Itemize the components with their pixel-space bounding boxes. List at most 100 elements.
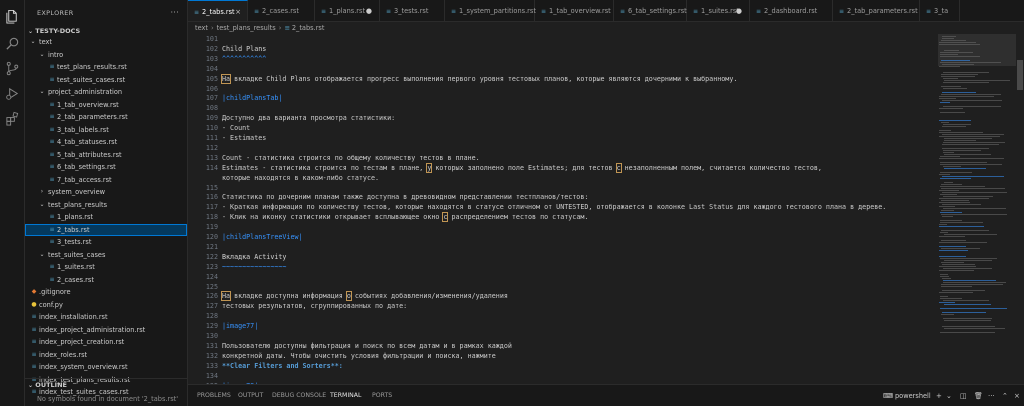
breadcrumb-item[interactable]: text (195, 24, 208, 32)
tree-folder[interactable]: › system_overview (25, 186, 187, 199)
code-line[interactable]: которые находятся в каком-либо статусе. (222, 174, 379, 182)
outline-header[interactable]: ⌄ OUTLINE (25, 379, 187, 391)
plus-icon[interactable]: + (936, 385, 942, 406)
code-line[interactable]: - Count (222, 124, 250, 132)
source-control-icon[interactable] (5, 61, 20, 76)
extensions-icon[interactable] (5, 111, 20, 126)
code-line[interactable]: конкретной даты. Чтобы очистить условия … (222, 352, 496, 360)
editor-tab[interactable]: ≡ 6_tab_settings.rst (614, 0, 687, 21)
panel-tab-ports[interactable]: PORTS (372, 385, 392, 406)
breadcrumb-item[interactable]: test_plans_results (217, 24, 276, 32)
editor-tab[interactable]: ≡ 2_tabs.rst × (188, 0, 248, 21)
minimap[interactable] (938, 34, 1016, 384)
code-line[interactable]: |image77| (222, 322, 258, 330)
tree-file[interactable]: ≡ 1_suites.rst (25, 261, 187, 274)
tree-file[interactable]: ≡ 7_tab_access.rst (25, 174, 187, 187)
tree-file[interactable]: ≡ index_system_overview.rst (25, 361, 187, 374)
file-icon: ≡ (839, 8, 845, 15)
editor-tab[interactable]: ≡ 1_plans.rst ● (315, 0, 380, 21)
line-number: 104 (205, 64, 218, 73)
more-icon[interactable]: ··· (170, 0, 179, 26)
tree-file[interactable]: ≡ 2_tab_parameters.rst (25, 111, 187, 124)
breadcrumb-item[interactable]: 2_tabs.rst (292, 24, 325, 32)
tree-folder[interactable]: ⌄ project_administration (25, 86, 187, 99)
file-icon: ≡ (31, 313, 37, 320)
code-line[interactable]: - Estimates (222, 134, 266, 142)
code-line[interactable]: **Clear Filters and Sorters**: (222, 362, 343, 370)
terminal-shell-name[interactable]: powershell (895, 385, 931, 406)
code-line[interactable]: ~~~~~~~~~~~~~~~~ (222, 263, 286, 271)
code-line[interactable]: На вкладке доступна информация о события… (220, 291, 508, 302)
tree-file[interactable]: ◆ .gitignore (25, 286, 187, 299)
editor-tab[interactable]: ≡ 1_system_partitions.rst (445, 0, 536, 21)
search-icon[interactable] (5, 36, 20, 51)
code-line[interactable]: - Клик на иконку статистики открывает вс… (222, 212, 588, 223)
tree-folder[interactable]: ⌄ test_suites_cases (25, 249, 187, 262)
code-line[interactable]: - Краткая информация по количеству тесто… (222, 203, 886, 211)
code-line[interactable]: Count - статистика строится по общему ко… (222, 154, 480, 162)
trash-icon[interactable]: 🗑 (974, 385, 983, 406)
python-icon: ● (31, 300, 37, 308)
editor-tab[interactable]: ≡ 2_dashboard.rst (750, 0, 833, 21)
panel-tab-terminal[interactable]: TERMINAL (330, 385, 361, 406)
tree-file[interactable]: ≡ index_roles.rst (25, 349, 187, 362)
code-line[interactable]: На вкладке Child Plans отображается прог… (220, 73, 737, 84)
run-debug-icon[interactable] (5, 86, 20, 101)
close-icon[interactable]: × (1014, 385, 1020, 406)
chevron-up-icon[interactable]: ⌃ (1002, 385, 1008, 406)
tree-folder[interactable]: ⌄ test_plans_results (25, 199, 187, 212)
code-editor[interactable]: 101 102 Child Plans 103 ^^^^^^^^^^^ 104 105 На … (188, 34, 938, 384)
line-number: 105 (205, 74, 218, 83)
editor-tab[interactable]: ≡ 2_tab_parameters.rst (833, 0, 920, 21)
chevron-down-icon[interactable]: ⌄ (946, 385, 952, 406)
code-line[interactable]: Вкладка Activity (222, 253, 286, 261)
modified-dot-icon[interactable]: ● (736, 0, 742, 21)
tree-file[interactable]: ≡ 1_plans.rst (25, 211, 187, 224)
tree-file[interactable]: ≡ 2_tabs.rst (25, 223, 187, 236)
tree-file[interactable]: ≡ 3_tab_labels.rst (25, 124, 187, 137)
editor-tab[interactable]: ≡ 1_suites.rst ● (687, 0, 750, 21)
scrollbar-thumb[interactable] (1017, 60, 1023, 90)
tree-file[interactable]: ≡ index_project_creation.rst (25, 336, 187, 349)
code-line[interactable]: Estimates - статистика строится по теста… (222, 162, 822, 173)
workspace-header[interactable]: ⌄ TESTY-DOCS (25, 26, 187, 36)
code-line[interactable]: тестовых результатов, сгруппированных по… (222, 302, 407, 310)
close-icon[interactable]: × (235, 1, 241, 21)
tree-file[interactable]: ≡ test_suites_cases.rst (25, 74, 187, 87)
code-line[interactable]: |childPlansTreeView| (222, 233, 303, 241)
code-line[interactable]: Child Plans (222, 45, 266, 53)
more-icon[interactable]: ··· (988, 385, 995, 406)
tree-folder[interactable]: ⌄ intro (25, 49, 187, 62)
tree-file[interactable]: ≡ test_plans_results.rst (25, 61, 187, 74)
tree-file[interactable]: ≡ 5_tab_attributes.rst (25, 149, 187, 162)
tree-item-label: 3_tests.rst (57, 238, 92, 246)
tree-file[interactable]: ≡ 6_tab_settings.rst (25, 161, 187, 174)
editor-tab[interactable]: ≡ 1_tab_overview.rst (535, 0, 614, 21)
tree-file[interactable]: ≡ 4_tab_statuses.rst (25, 136, 187, 149)
code-line[interactable]: Пользователю доступны фильтрация и поиск… (222, 342, 512, 350)
editor-tab[interactable]: ≡ 3_ta (920, 0, 960, 21)
code-line[interactable]: ^^^^^^^^^^^ (222, 55, 266, 63)
tree-file[interactable]: ≡ 2_cases.rst (25, 274, 187, 287)
panel-tab-problems[interactable]: PROBLEMS (197, 385, 231, 406)
files-icon[interactable] (5, 9, 20, 24)
editor-tab[interactable]: ≡ 3_tests.rst (380, 0, 445, 21)
editor-tab[interactable]: ≡ 2_cases.rst (248, 0, 315, 21)
tree-item-label: index_roles.rst (39, 350, 88, 359)
tree-file[interactable]: ≡ 3_tests.rst (25, 236, 187, 249)
panel-tab-output[interactable]: OUTPUT (238, 385, 263, 406)
code-line[interactable]: Доступно два варианта просмотра статисти… (222, 114, 395, 122)
tree-file[interactable]: ≡ 1_tab_overview.rst (25, 99, 187, 112)
tree-file[interactable]: ● conf.py (25, 299, 187, 312)
split-icon[interactable]: ◫ (960, 385, 967, 406)
tree-item-label: index_project_administration.rst (39, 325, 146, 334)
line-number: 127 (205, 302, 218, 311)
tree-file[interactable]: ≡ index_project_administration.rst (25, 324, 187, 337)
code-line[interactable]: Статистика по дочерним планам также дост… (222, 193, 588, 201)
modified-dot-icon[interactable]: ● (366, 0, 372, 21)
file-icon: ≡ (926, 8, 932, 15)
tree-folder[interactable]: ⌄ text (25, 36, 187, 49)
code-line[interactable]: |childPlansTab| (222, 94, 282, 102)
panel-tab-debug-console[interactable]: DEBUG CONSOLE (272, 385, 326, 406)
tree-file[interactable]: ≡ index_installation.rst (25, 311, 187, 324)
